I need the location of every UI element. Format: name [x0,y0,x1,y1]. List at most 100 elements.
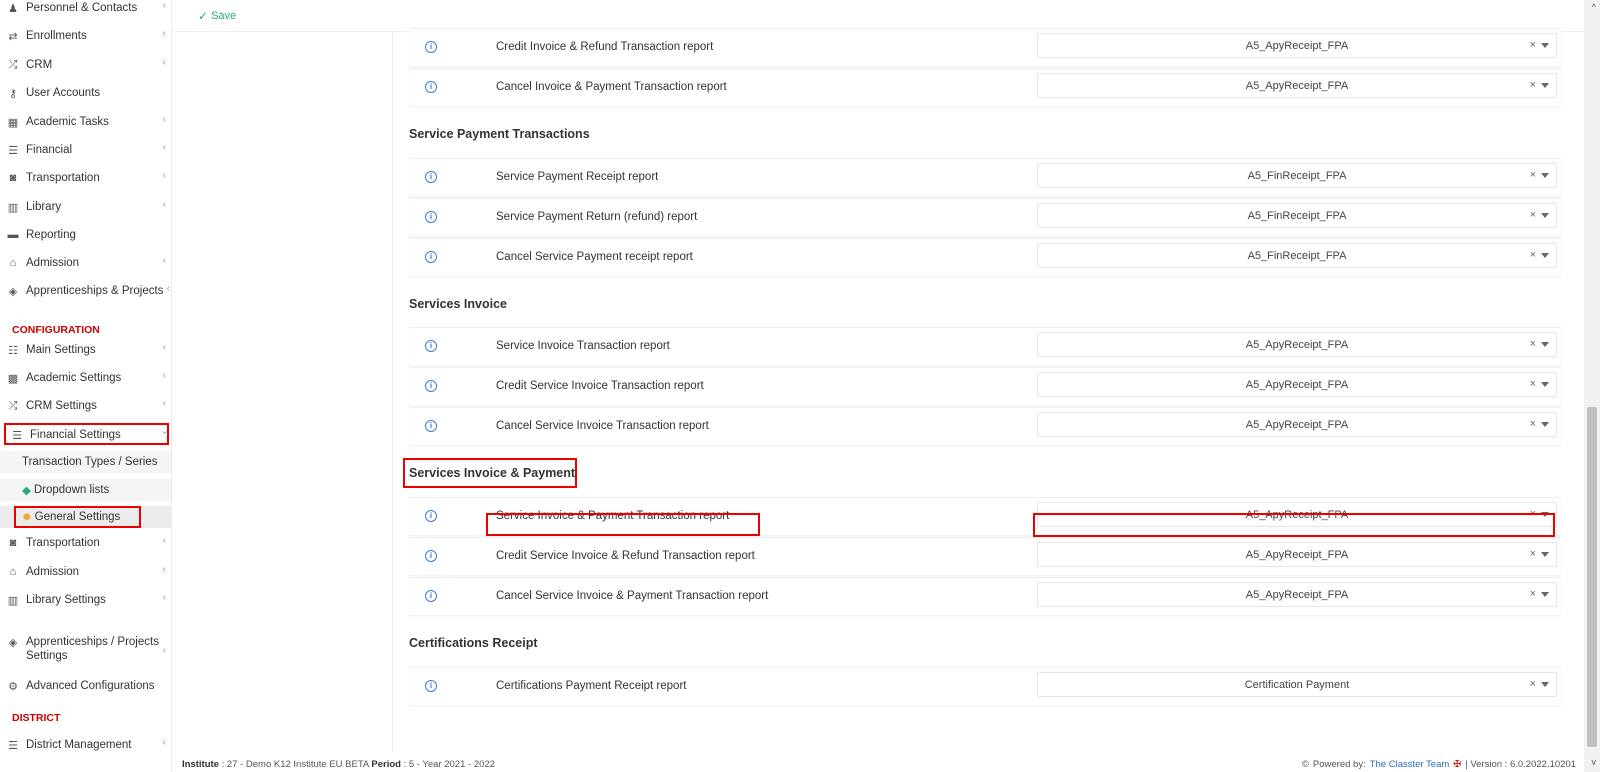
section-title: Services Invoice & Payment [409,466,576,480]
report-select[interactable]: A5_ApyReceipt_FPA × [1037,33,1557,58]
setting-label: Service Payment Return (refund) report [496,211,698,223]
report-select[interactable]: Certification Payment × [1037,672,1557,697]
chevron-down-icon: ‹ [158,430,170,435]
dropdown-arrow-icon[interactable] [1541,682,1549,687]
sidebar-item-apprenticeships[interactable]: ◈ Apprenticeships & Projects ‹ [0,280,171,302]
clear-icon[interactable]: × [1530,548,1536,560]
setting-label: Certifications Payment Receipt report [496,680,687,692]
dropdown-arrow-icon[interactable] [1541,382,1549,387]
report-select[interactable]: A5_FinReceipt_FPA × [1037,243,1557,268]
clear-icon[interactable]: × [1530,338,1536,350]
sidebar-item-label: User Accounts [26,87,101,99]
dropdown-arrow-icon[interactable] [1541,43,1549,48]
info-icon[interactable]: i [425,380,437,392]
sidebar-item-financial[interactable]: ☰ Financial ‹ [0,139,171,161]
clear-icon[interactable]: × [1530,169,1536,181]
sidebar-item-crm-settings[interactable]: ⤮ CRM Settings ‹ [0,395,171,417]
clear-icon[interactable]: × [1530,39,1536,51]
info-icon[interactable]: i [425,340,437,352]
info-icon[interactable]: i [425,550,437,562]
setting-row: i Credit Service Invoice Transaction rep… [409,367,1561,405]
sidebar-item-academic-settings[interactable]: ▩ Academic Settings ‹ [0,367,171,389]
sidebar-item-library[interactable]: ▥ Library ‹ [0,196,171,218]
clear-icon[interactable]: × [1530,508,1536,520]
dropdown-arrow-icon[interactable] [1541,213,1549,218]
sidebar-item-admission[interactable]: ⌂ Admission ‹ [0,252,171,274]
clear-icon[interactable]: × [1530,588,1536,600]
sidebar-item-financial-settings[interactable]: ☰ Financial Settings ‹ [0,424,171,446]
sidebar-item-admission-config[interactable]: ⌂ Admission ‹ [0,561,171,583]
report-select[interactable]: A5_ApyReceipt_FPA × [1037,582,1557,607]
scroll-down-icon[interactable]: v [1592,757,1597,767]
sidebar-item-label: Transportation [26,172,100,184]
sidebar-item-reporting[interactable]: ▬ Reporting [0,224,171,246]
dropdown-arrow-icon[interactable] [1541,512,1549,517]
info-icon[interactable]: i [425,211,437,223]
setting-row: i Service Invoice Transaction report A5_… [409,327,1561,365]
clear-icon[interactable]: × [1530,678,1536,690]
select-value: A5_ApyReceipt_FPA [1245,509,1349,521]
report-select[interactable]: A5_ApyReceipt_FPA × [1037,73,1557,98]
sidebar-subitem-transaction-types[interactable]: Transaction Types / Series [0,451,171,473]
info-icon[interactable]: i [425,251,437,263]
sidebar-subitem-general-settings[interactable]: ✹ General Settings [0,506,171,528]
info-icon[interactable]: i [425,420,437,432]
dropdown-arrow-icon[interactable] [1541,253,1549,258]
sidebar-item-main-settings[interactable]: ☷ Main Settings ‹ [0,339,171,361]
sidebar-item-user-accounts[interactable]: ⚷ User Accounts [0,82,171,104]
chevron-left-icon: ‹ [162,142,166,153]
info-icon[interactable]: i [425,680,437,692]
dropdown-arrow-icon[interactable] [1541,83,1549,88]
select-value: A5_FinReceipt_FPA [1247,250,1347,262]
report-select[interactable]: A5_ApyReceipt_FPA × [1037,542,1557,567]
configuration-heading: CONFIGURATION [12,324,100,336]
setting-label: Service Invoice Transaction report [496,340,670,352]
sidebar-item-enrollments[interactable]: ⇄ Enrollments ‹ [0,25,171,47]
sidebar-item-label: Reporting [26,229,76,241]
info-icon[interactable]: i [425,41,437,53]
report-select[interactable]: A5_ApyReceipt_FPA × [1037,332,1557,357]
gears-icon: ⚙ [8,680,18,693]
sidebar-item-library-settings[interactable]: ▥ Library Settings ‹ [0,589,171,611]
sidebar-item-personnel[interactable]: ♟ Personnel & Contacts ‹ [0,0,171,19]
scroll-up-icon[interactable]: ^ [1592,2,1596,12]
clear-icon[interactable]: × [1530,209,1536,221]
info-icon[interactable]: i [425,171,437,183]
sidebar-item-crm[interactable]: ⤮ CRM ‹ [0,54,171,76]
key-icon: ⚷ [8,87,18,100]
report-select[interactable]: A5_ApyReceipt_FPA × [1037,412,1557,437]
clear-icon[interactable]: × [1530,378,1536,390]
sidebar-subitem-dropdown-lists[interactable]: ◆ Dropdown lists [0,479,171,501]
team-link[interactable]: The Classter Team [1370,759,1450,770]
sidebar-item-transportation[interactable]: ◙ Transportation ‹ [0,167,171,189]
dropdown-arrow-icon[interactable] [1541,173,1549,178]
sidebar-item-district-management[interactable]: ☰ District Management ‹ [0,734,171,756]
page-scrollbar[interactable]: ^ v [1584,0,1600,772]
sidebar-item-advanced-configurations[interactable]: ⚙ Advanced Configurations [0,675,171,697]
setting-row: i Cancel Invoice & Payment Transaction r… [409,68,1561,106]
dropdown-arrow-icon[interactable] [1541,592,1549,597]
info-icon[interactable]: i [425,510,437,522]
sidebar-item-label: Apprenticeships / Projects Settings [26,636,159,662]
sidebar-item-label: Transportation [26,537,100,549]
save-button[interactable]: ✓ Save [198,9,236,23]
info-icon[interactable]: i [425,590,437,602]
sidebar-item-transportation-config[interactable]: ◙ Transportation ‹ [0,532,171,554]
report-select[interactable]: A5_ApyReceipt_FPA × [1037,372,1557,397]
dropdown-arrow-icon[interactable] [1541,552,1549,557]
clear-icon[interactable]: × [1530,79,1536,91]
setting-label: Credit Service Invoice Transaction repor… [496,380,704,392]
scrollbar-thumb[interactable] [1587,407,1597,747]
powered-by-text: Powered by: [1312,759,1366,770]
report-select[interactable]: A5_ApyReceipt_FPA × [1037,502,1557,527]
dropdown-arrow-icon[interactable] [1541,422,1549,427]
report-select[interactable]: A5_FinReceipt_FPA × [1037,203,1557,228]
report-select[interactable]: A5_FinReceipt_FPA × [1037,163,1557,188]
clear-icon[interactable]: × [1530,249,1536,261]
info-icon[interactable]: i [425,81,437,93]
sidebar-item-apprenticeships-settings[interactable]: ◈ Apprenticeships / Projects Settings ‹ [0,633,171,667]
chevron-left-icon: ‹ [162,255,166,266]
sidebar-item-academic-tasks[interactable]: ▦ Academic Tasks ‹ [0,111,171,133]
clear-icon[interactable]: × [1530,418,1536,430]
dropdown-arrow-icon[interactable] [1541,342,1549,347]
